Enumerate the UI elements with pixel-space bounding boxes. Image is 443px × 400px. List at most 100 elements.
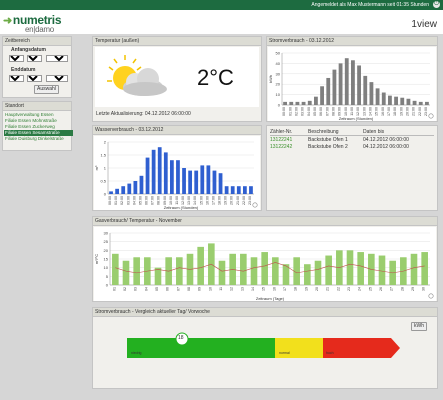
anfangsdatum-label: Anfangsdatum <box>11 47 46 53</box>
bar <box>295 101 300 105</box>
x-tick-label: 19:00 <box>399 107 403 116</box>
y-tick-label: 30 <box>104 231 109 236</box>
y-tick-label: 50 <box>276 51 281 56</box>
bar <box>194 170 199 194</box>
bar <box>406 98 411 105</box>
gauge-label-high: hoch <box>326 351 334 355</box>
vergleich-title: Stromverbrauch - Vergleich aktueller Tag… <box>93 308 437 317</box>
x-tick-label: 17 <box>283 287 287 291</box>
last-update: Letzte Aktualisierung: 04.12.2012 06:00:… <box>96 111 191 117</box>
x-tick-label: 17:00 <box>387 107 391 116</box>
x-tick-label: 09:00 <box>338 107 342 116</box>
ende-day-select[interactable]: 4 <box>9 75 24 82</box>
bar <box>304 264 311 285</box>
bar <box>218 260 226 285</box>
kwh-button[interactable]: kWh <box>411 322 427 331</box>
temperatur-box: 2°C <box>95 47 259 107</box>
y-tick-label: 30 <box>276 71 281 76</box>
bar <box>320 86 324 105</box>
strom-chart: 0102030405000:00 01:00 02:00 03:00 04:00 05:0… <box>268 47 436 121</box>
bar <box>250 257 258 285</box>
x-tick-label: 09:00 <box>163 196 167 205</box>
bar <box>357 252 364 285</box>
bar <box>109 191 113 194</box>
x-tick-label: 01:00 <box>288 107 292 116</box>
x-tick-label: 18:00 <box>393 107 397 116</box>
ende-month-select[interactable]: 12 <box>27 75 42 82</box>
temperatur-title: Temperatur (außen) <box>93 37 261 46</box>
x-tick-label: 26 <box>379 287 383 291</box>
bar <box>133 257 140 285</box>
x-tick-label: 09 <box>198 287 202 291</box>
zeitbereich-panel: Zeitbereich Anfangsdatum 3 12 2012 Endda… <box>2 36 72 98</box>
x-axis-label: Zeitraum (Tage) <box>256 296 285 301</box>
gauge-label-low: niedrig <box>131 351 142 355</box>
x-tick-label: 25 <box>368 287 372 291</box>
y-tick-label: 10 <box>276 92 281 97</box>
bar <box>283 101 287 105</box>
x-tick-label: 29 <box>411 287 415 291</box>
bar <box>230 186 235 194</box>
bar <box>363 75 368 105</box>
gauge-high <box>323 338 400 358</box>
top-bar: Angemeldet als Max Mustermann seit 01:35… <box>0 0 443 10</box>
x-tick-label: 02:00 <box>294 107 298 116</box>
x-tick-label: 15:00 <box>199 196 203 205</box>
auswahl-button[interactable]: Auswahl <box>34 85 59 94</box>
bar <box>272 257 279 285</box>
bar <box>301 101 306 105</box>
bar <box>394 96 398 105</box>
bar <box>224 186 229 194</box>
anfang-month-select[interactable]: 12 <box>27 55 42 62</box>
user-status: Angemeldet als Max Mustermann seit 01:35… <box>311 2 429 8</box>
bar <box>314 260 322 285</box>
x-tick-label: 14:00 <box>193 196 197 205</box>
x-tick-label: 06 <box>166 287 170 291</box>
anfang-day-select[interactable]: 3 <box>9 55 24 62</box>
bar <box>236 186 241 194</box>
x-tick-label: 04:00 <box>132 196 136 205</box>
gauge-label-normal: normal <box>279 351 290 355</box>
bar <box>127 183 132 194</box>
zaehler-nr-link[interactable]: 13122242 <box>270 144 292 150</box>
x-tick-label: 14 <box>251 287 255 291</box>
strom-title: Stromverbrauch - 03.12.2012 <box>267 37 437 46</box>
logo[interactable]: ➜numetris en|damo <box>3 13 62 34</box>
x-tick-label: 07:00 <box>325 107 329 116</box>
standort-item[interactable]: Filiale Duisburg Dinkelstraße <box>4 136 73 142</box>
bar <box>157 147 162 194</box>
ende-year-select[interactable]: 2012 <box>46 75 68 82</box>
bar <box>378 255 386 285</box>
gauge-low <box>127 338 275 358</box>
divider <box>270 135 434 136</box>
x-tick-label: 22:00 <box>242 196 246 205</box>
x-tick-label: 21 <box>326 287 330 291</box>
zaehler-nr-link[interactable]: 13122241 <box>270 137 292 143</box>
bar <box>240 253 247 285</box>
bar <box>115 188 120 194</box>
bar <box>351 60 355 105</box>
power-icon[interactable]: ⏻ <box>433 1 440 8</box>
x-tick-label: 05:00 <box>138 196 142 205</box>
gauge-normal <box>275 338 323 358</box>
bar <box>325 255 332 285</box>
x-tick-label: 18 <box>294 287 298 291</box>
x-tick-label: 13:00 <box>362 107 366 116</box>
x-tick-label: 20 <box>315 287 319 291</box>
x-tick-label: 21:00 <box>412 107 416 116</box>
x-tick-label: 20:00 <box>405 107 409 116</box>
bar <box>176 160 180 194</box>
x-tick-label: 13 <box>240 287 244 291</box>
zaehler-panel: Zähler-Nr. Beschreibung Daten bis 131222… <box>266 125 438 211</box>
standort-panel: Standort Hauptverwaltung Essen Filiale E… <box>2 101 73 151</box>
anfang-year-select[interactable]: 2012 <box>46 55 68 62</box>
vergleich-panel: Stromverbrauch - Vergleich aktueller Tag… <box>92 307 438 389</box>
bar <box>326 77 331 105</box>
bar <box>122 260 130 285</box>
x-tick-label: 21:00 <box>236 196 240 205</box>
y-tick-label: 10 <box>104 265 109 270</box>
bar <box>289 101 294 105</box>
y-tick-label: 20 <box>104 248 109 253</box>
bar <box>425 101 429 105</box>
bar <box>151 149 156 194</box>
